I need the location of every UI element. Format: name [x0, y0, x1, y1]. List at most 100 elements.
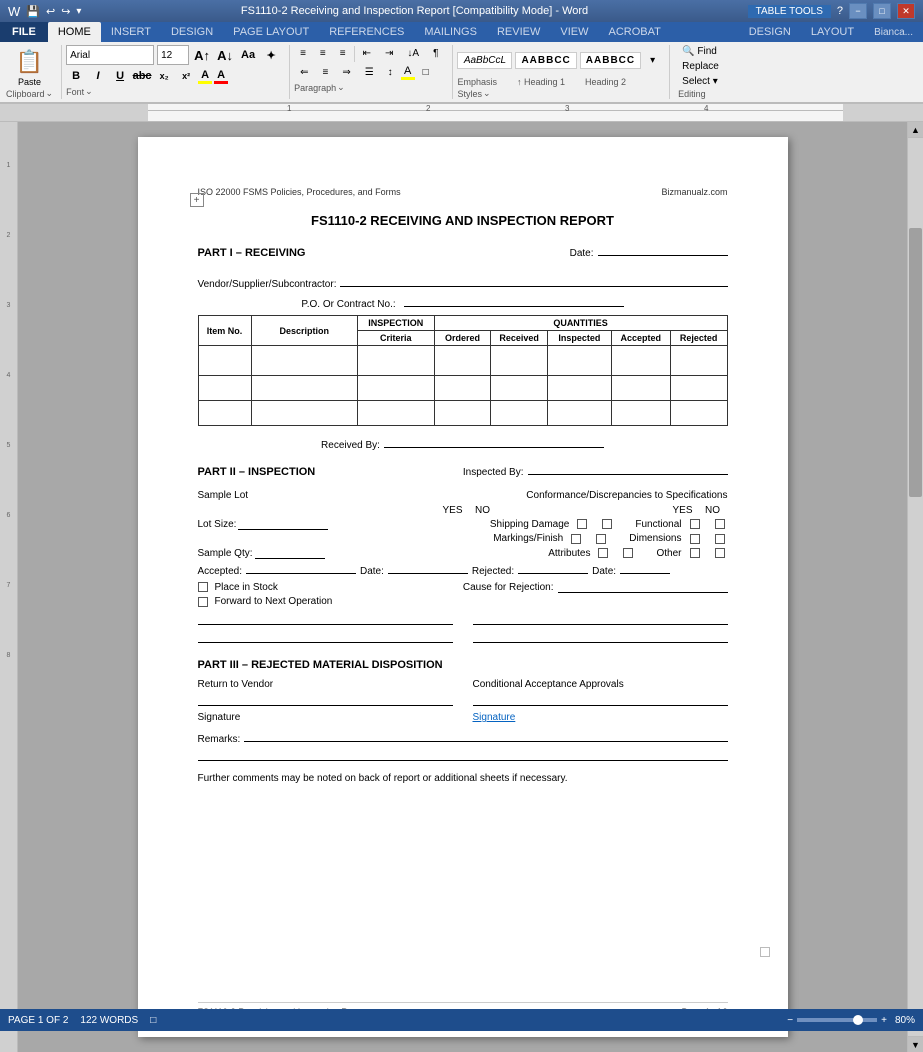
paste-button[interactable]: 📋 Paste: [12, 47, 47, 87]
cell-accepted-1[interactable]: [611, 346, 670, 376]
align-center-button[interactable]: ≡: [316, 64, 334, 81]
po-input-line[interactable]: [404, 295, 624, 307]
shrink-font-button[interactable]: A↓: [215, 46, 235, 64]
align-right-button[interactable]: ⇒: [336, 64, 356, 81]
select-button[interactable]: Select ▾: [678, 75, 723, 88]
justify-button[interactable]: ☰: [359, 64, 380, 81]
replace-button[interactable]: Replace: [678, 60, 723, 73]
rejected-date-input[interactable]: [620, 562, 670, 574]
change-case-button[interactable]: Aa: [238, 46, 258, 64]
cell-desc-1[interactable]: [251, 346, 357, 376]
zoom-thumb[interactable]: [853, 1015, 863, 1025]
lot-size-input[interactable]: [238, 518, 328, 530]
tab-table-layout[interactable]: LAYOUT: [801, 22, 864, 42]
cell-accepted-3[interactable]: [611, 401, 670, 426]
tab-table-design[interactable]: DESIGN: [739, 22, 801, 42]
tab-file[interactable]: FILE: [0, 22, 48, 42]
cell-ordered-3[interactable]: [434, 401, 491, 426]
cell-criteria-3[interactable]: [357, 401, 434, 426]
grow-font-button[interactable]: A↑: [192, 46, 212, 64]
superscript-button[interactable]: x²: [176, 67, 196, 85]
bold-button[interactable]: B: [66, 67, 86, 85]
accepted-input[interactable]: [246, 562, 356, 574]
style-emphasis[interactable]: AaBbCcL: [457, 52, 512, 69]
scroll-up-button[interactable]: ▲: [908, 122, 923, 138]
cell-criteria-1[interactable]: [357, 346, 434, 376]
tab-mailings[interactable]: MAILINGS: [414, 22, 487, 42]
tab-acrobat[interactable]: ACROBAT: [598, 22, 670, 42]
styles-more-button[interactable]: ▾: [644, 52, 661, 69]
place-in-stock-cb[interactable]: [198, 582, 208, 592]
date-input-line[interactable]: [598, 244, 728, 256]
styles-expand-icon[interactable]: ⌄: [483, 88, 491, 99]
return-vendor-line[interactable]: [198, 694, 453, 706]
shading-button[interactable]: A: [401, 65, 415, 80]
strikethrough-button[interactable]: abc: [132, 67, 152, 85]
sort-button[interactable]: ↓A: [401, 45, 425, 62]
part2-sig-line-2[interactable]: [473, 613, 728, 625]
quick-access-save[interactable]: 💾: [26, 5, 40, 18]
line-spacing-button[interactable]: ↕: [382, 64, 399, 81]
clipboard-expand-icon[interactable]: ⌄: [46, 88, 54, 99]
cell-received-3[interactable]: [491, 401, 548, 426]
cell-inspected-3[interactable]: [547, 401, 611, 426]
conditional-line[interactable]: [473, 694, 728, 706]
close-button[interactable]: ✕: [897, 3, 915, 19]
cell-criteria-2[interactable]: [357, 376, 434, 401]
zoom-in-button[interactable]: +: [881, 1015, 887, 1026]
attributes-yes-cb[interactable]: [598, 548, 608, 558]
functional-yes-cb[interactable]: [690, 519, 700, 529]
cell-item-no-1[interactable]: [198, 346, 251, 376]
shipping-damage-no-cb[interactable]: [602, 519, 612, 529]
received-by-input[interactable]: [384, 436, 604, 448]
tab-design[interactable]: DESIGN: [161, 22, 223, 42]
tab-view[interactable]: VIEW: [550, 22, 598, 42]
markings-no-cb[interactable]: [596, 534, 606, 544]
cell-rejected-3[interactable]: [670, 401, 727, 426]
markings-yes-cb[interactable]: [571, 534, 581, 544]
help-button[interactable]: ?: [837, 5, 843, 17]
scroll-down-button[interactable]: ▼: [908, 1036, 923, 1052]
other-no-cb[interactable]: [715, 548, 725, 558]
remarks-input[interactable]: [244, 730, 727, 742]
bullets-button[interactable]: ≡: [294, 45, 312, 62]
italic-button[interactable]: I: [88, 67, 108, 85]
text-highlight-button[interactable]: A: [198, 69, 212, 84]
subscript-button[interactable]: x₂: [154, 67, 174, 85]
dimensions-no-cb[interactable]: [715, 534, 725, 544]
underline-button[interactable]: U: [110, 67, 130, 85]
cell-received-2[interactable]: [491, 376, 548, 401]
tab-insert[interactable]: INSERT: [101, 22, 161, 42]
vertical-scrollbar[interactable]: ▲ ▼: [907, 122, 923, 1052]
clear-format-button[interactable]: ✦: [261, 46, 281, 64]
tab-page-layout[interactable]: PAGE LAYOUT: [223, 22, 319, 42]
tab-review[interactable]: REVIEW: [487, 22, 550, 42]
cell-desc-2[interactable]: [251, 376, 357, 401]
other-yes-cb[interactable]: [690, 548, 700, 558]
part2-sig-line-3[interactable]: [198, 631, 453, 643]
sample-qty-input[interactable]: [255, 547, 325, 559]
style-heading2[interactable]: AABBCC: [580, 52, 641, 69]
cell-accepted-2[interactable]: [611, 376, 670, 401]
multilevel-button[interactable]: ≡: [334, 45, 352, 62]
cell-received-1[interactable]: [491, 346, 548, 376]
remarks-line-2[interactable]: [198, 749, 728, 761]
cell-inspected-2[interactable]: [547, 376, 611, 401]
accepted-date-input[interactable]: [388, 562, 468, 574]
decrease-indent-button[interactable]: ⇤: [357, 45, 377, 62]
increase-indent-button[interactable]: ⇥: [379, 45, 399, 62]
cell-ordered-1[interactable]: [434, 346, 491, 376]
cell-rejected-1[interactable]: [670, 346, 727, 376]
font-size-input[interactable]: [157, 45, 189, 65]
minimize-button[interactable]: −: [849, 3, 867, 19]
attributes-no-cb[interactable]: [623, 548, 633, 558]
restore-button[interactable]: □: [873, 3, 891, 19]
paragraph-expand-icon[interactable]: ⌄: [337, 82, 345, 93]
font-color-button[interactable]: A: [214, 69, 228, 84]
zoom-out-button[interactable]: −: [787, 1015, 793, 1026]
numbering-button[interactable]: ≡: [314, 45, 332, 62]
vendor-input-line[interactable]: [340, 273, 727, 287]
dimensions-yes-cb[interactable]: [690, 534, 700, 544]
find-button[interactable]: 🔍 Find: [678, 45, 723, 58]
add-content-button[interactable]: +: [190, 193, 204, 207]
